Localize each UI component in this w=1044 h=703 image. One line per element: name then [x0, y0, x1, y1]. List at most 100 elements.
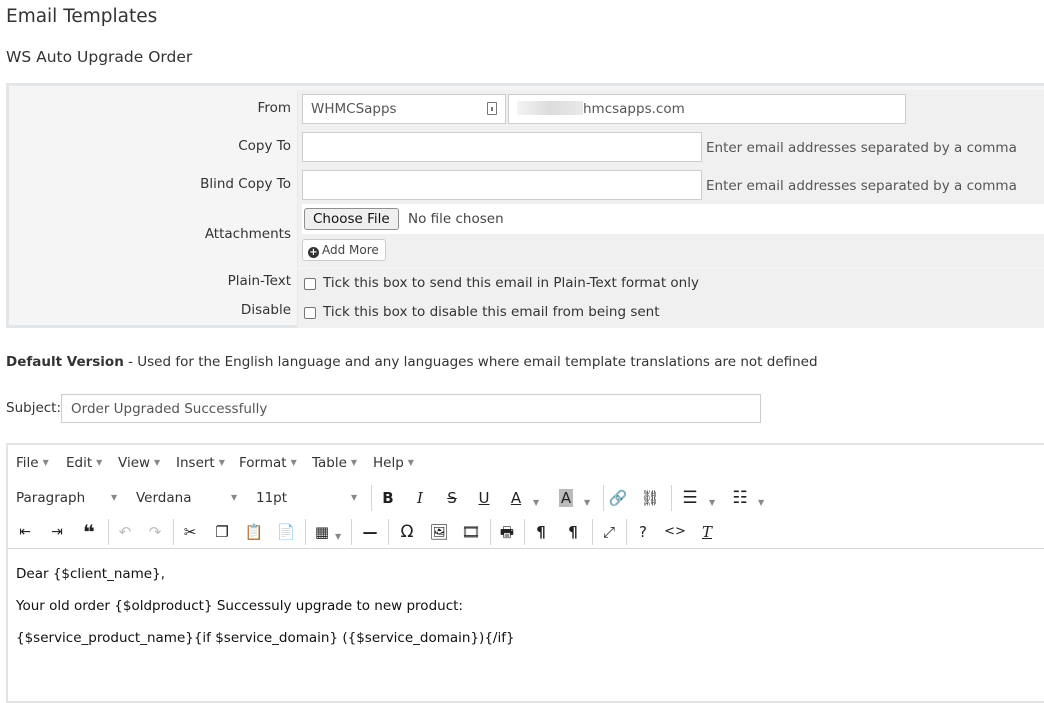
bcc-field: Enter email addresses separated by a com… [297, 166, 1044, 204]
editor-toolbar-primary: Paragraph ▼ Verdana ▼ 11pt ▼ B I S U A ▼… [8, 481, 1044, 515]
version-description: - Used for the English language and any … [123, 354, 818, 370]
copy-to-input[interactable] [302, 132, 702, 162]
paste-icon[interactable]: 📋 [241, 520, 267, 544]
redo-icon[interactable]: ↷ [142, 520, 168, 544]
underline-icon[interactable]: U [471, 486, 497, 510]
ltr-icon[interactable]: ¶ [528, 520, 554, 544]
from-name-value: WHMCSapps [311, 101, 397, 117]
disable-row: Disable Tick this box to disable this em… [9, 298, 1044, 328]
undo-icon[interactable]: ↶ [112, 520, 138, 544]
subject-input[interactable]: Order Upgraded Successfully [61, 394, 761, 423]
copy-to-row: Copy To Enter email addresses separated … [9, 128, 1044, 166]
from-email-input[interactable]: hmcsapps.com [508, 94, 906, 124]
numbered-list-icon[interactable]: ☷ [727, 486, 753, 510]
menu-format-label: Format [239, 455, 287, 471]
chevron-down-icon: ▼ [111, 493, 118, 502]
chevron-down-icon: ▼ [709, 498, 716, 507]
chevron-down-icon: ▼ [351, 493, 358, 502]
table-icon[interactable]: ▦ [309, 520, 335, 544]
paste-text-icon[interactable]: 📄 [273, 520, 299, 544]
blockquote-icon[interactable]: ❝ [76, 520, 102, 544]
bcc-input[interactable] [302, 170, 702, 200]
version-title: Default Version [6, 354, 124, 370]
link-icon[interactable]: 🔗 [605, 486, 631, 510]
plaintext-row: Plain-Text Tick this box to send this em… [9, 269, 1044, 299]
chevron-down-icon: ▼ [758, 498, 765, 507]
menu-format[interactable]: Format ▼ [239, 455, 297, 471]
default-version-heading: Default Version - Used for the English l… [6, 354, 818, 370]
editor-toolbar-secondary: ⇤ ⇥ ❝ ↶ ↷ ✂ ❐ 📋 📄 ▦ ▼ — Ω 🖼 🎞 🖶 ¶ ¶ ⤢ ? … [8, 515, 1044, 549]
horizontal-line-icon[interactable]: — [357, 520, 383, 544]
clear-formatting-icon[interactable]: T [694, 520, 720, 544]
menu-help-label: Help [373, 455, 404, 471]
from-field: WHMCSapps hmcsapps.com [297, 90, 1044, 128]
disable-text: Tick this box to disable this email from… [323, 304, 660, 320]
from-row: From WHMCSapps hmcsapps.com [9, 90, 1044, 128]
image-icon[interactable]: 🖼 [426, 520, 452, 544]
media-icon[interactable]: 🎞 [458, 520, 484, 544]
menu-edit-label: Edit [66, 455, 93, 471]
add-more-label: Add More [322, 243, 379, 257]
help-icon[interactable]: ? [630, 520, 656, 544]
italic-icon[interactable]: I [407, 486, 433, 510]
menu-insert[interactable]: Insert ▼ [176, 455, 225, 471]
plus-circle-icon: + [308, 247, 319, 258]
block-format-select[interactable]: Paragraph [16, 490, 85, 506]
add-more-button[interactable]: + Add More [302, 239, 386, 261]
background-color-icon[interactable]: A [558, 489, 574, 507]
strikethrough-icon[interactable]: S [439, 486, 465, 510]
menu-table[interactable]: Table ▼ [312, 455, 357, 471]
from-name-select[interactable]: WHMCSapps [302, 94, 506, 124]
attachments-field: Choose File No file chosen + Add More [297, 204, 1044, 268]
source-code-icon[interactable]: <> [662, 520, 688, 544]
bullet-list-icon[interactable]: ☰ [677, 486, 703, 510]
copy-to-hint: Enter email addresses separated by a com… [706, 140, 1017, 156]
menu-view-label: View [118, 455, 151, 471]
content-line: Your old order {$oldproduct} Successuly … [16, 598, 463, 614]
bcc-label: Blind Copy To [200, 176, 291, 192]
special-character-icon[interactable]: Ω [394, 520, 420, 544]
menu-file-label: File [16, 455, 39, 471]
plaintext-checkbox[interactable] [304, 278, 316, 290]
email-settings-panel: From WHMCSapps hmcsapps.com Copy To Ente… [6, 83, 1044, 328]
font-family-select[interactable]: Verdana [136, 490, 191, 506]
chevron-down-icon: ▼ [335, 532, 342, 541]
rtl-icon[interactable]: ¶ [560, 520, 586, 544]
redacted-email-prefix [517, 101, 583, 115]
no-file-chosen-text: No file chosen [408, 211, 504, 227]
copy-to-field: Enter email addresses separated by a com… [297, 128, 1044, 166]
rich-text-editor: File ▼ Edit ▼ View ▼ Insert ▼ Format ▼ Table ▼… [6, 443, 1044, 703]
outdent-icon[interactable]: ⇤ [12, 520, 38, 544]
chevron-down-icon: ▼ [533, 498, 540, 507]
from-email-suffix: hmcsapps.com [583, 101, 685, 117]
attachments-row: Attachments Choose File No file chosen +… [9, 204, 1044, 268]
font-size-select[interactable]: 11pt [256, 490, 287, 506]
bcc-row: Blind Copy To Enter email addresses sepa… [9, 166, 1044, 204]
copy-to-label: Copy To [238, 138, 291, 154]
content-line: Dear {$client_name}, [16, 566, 165, 582]
chevron-down-icon: ▼ [231, 493, 238, 502]
plaintext-field: Tick this box to send this email in Plai… [297, 269, 1044, 299]
menu-insert-label: Insert [176, 455, 215, 471]
unlink-icon[interactable]: ⛓ [637, 486, 663, 510]
chevron-down-icon: ▼ [584, 498, 591, 507]
copy-icon[interactable]: ❐ [209, 520, 235, 544]
cut-icon[interactable]: ✂ [177, 520, 203, 544]
attachments-label: Attachments [204, 226, 291, 242]
menu-view[interactable]: View ▼ [118, 455, 160, 471]
print-icon[interactable]: 🖶 [494, 520, 520, 544]
fullscreen-icon[interactable]: ⤢ [596, 520, 622, 544]
menu-file[interactable]: File ▼ [16, 455, 49, 471]
content-line: {$service_product_name}{if $service_doma… [16, 630, 515, 646]
text-color-icon[interactable]: A [503, 486, 529, 510]
from-label: From [257, 100, 291, 116]
choose-file-button[interactable]: Choose File [304, 208, 399, 230]
indent-icon[interactable]: ⇥ [44, 520, 70, 544]
disable-checkbox[interactable] [304, 307, 316, 319]
file-input: Choose File No file chosen [302, 204, 1044, 234]
menu-edit[interactable]: Edit ▼ [66, 455, 102, 471]
menu-help[interactable]: Help ▼ [373, 455, 414, 471]
subject-label: Subject: [6, 400, 62, 416]
menu-table-label: Table [312, 455, 347, 471]
bold-icon[interactable]: B [375, 486, 401, 510]
